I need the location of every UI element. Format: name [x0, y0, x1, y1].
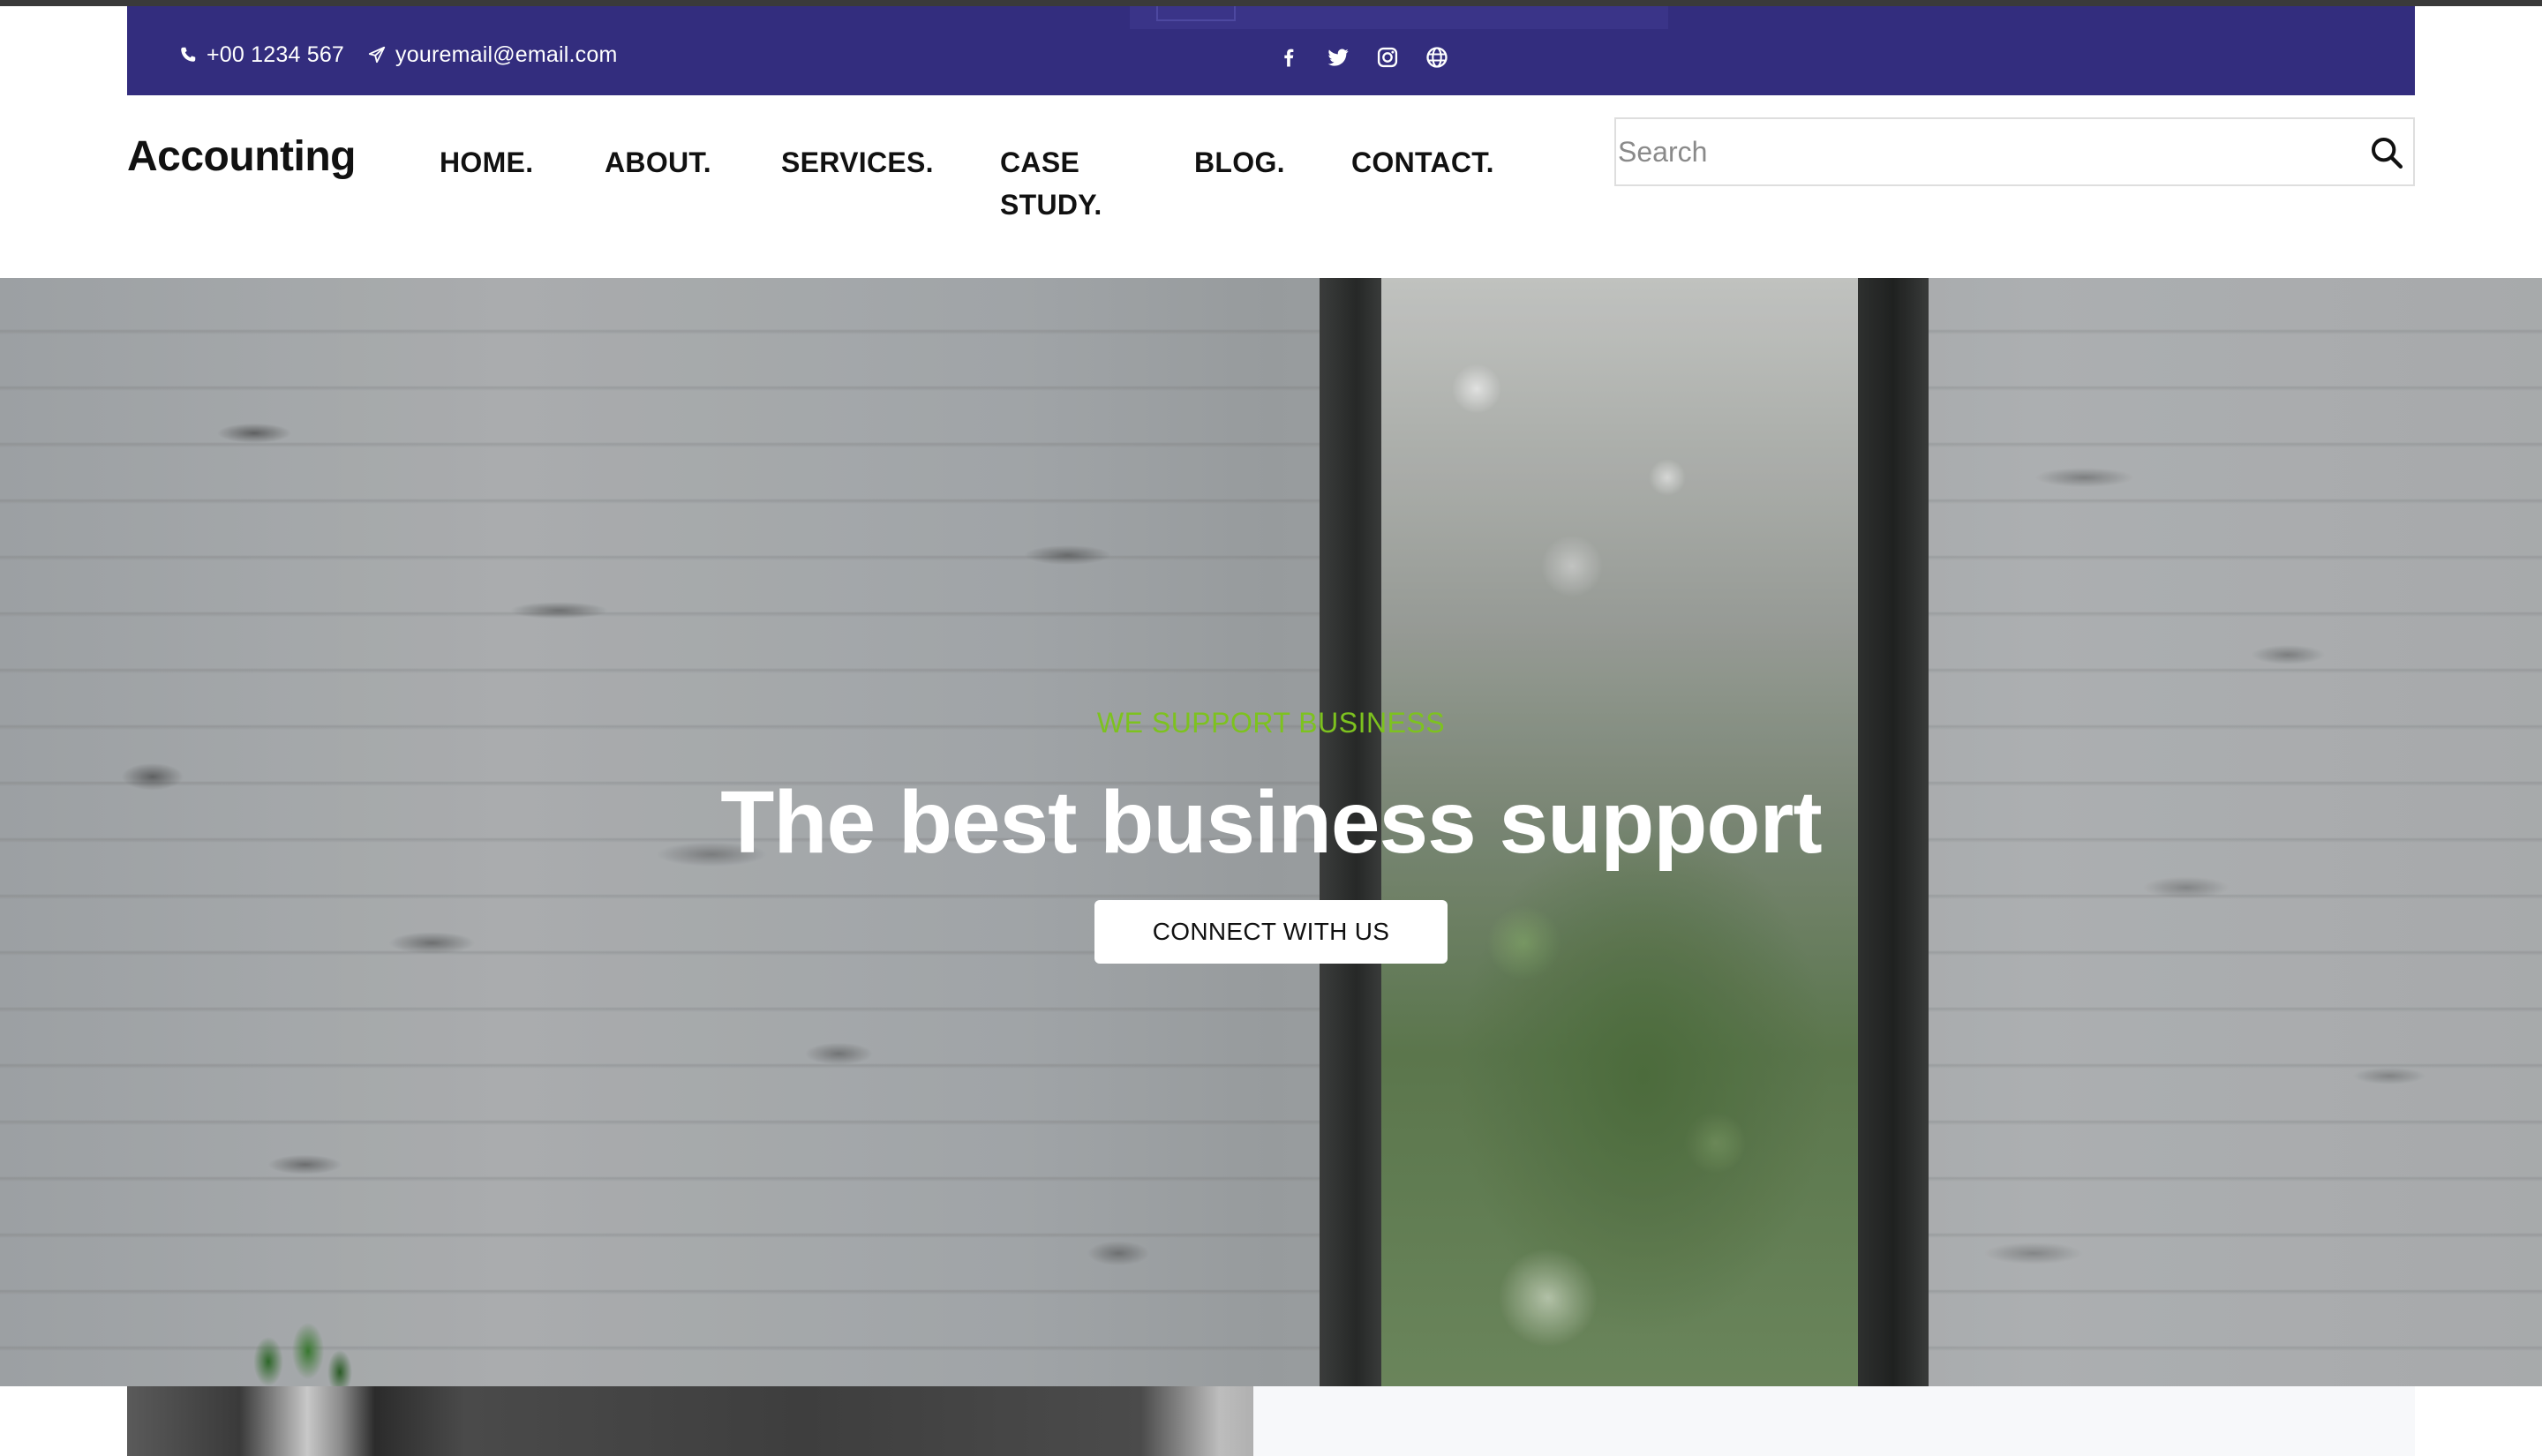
phone-icon	[181, 47, 196, 62]
nav-item-services[interactable]: SERVICES.	[781, 141, 934, 184]
send-icon	[368, 46, 386, 64]
search-box	[1614, 117, 2415, 186]
phone-number[interactable]: +00 1234 567	[207, 42, 344, 68]
email-address[interactable]: youremail@email.com	[395, 42, 617, 68]
facebook-icon[interactable]	[1276, 45, 1301, 70]
section-image	[127, 1386, 1253, 1456]
section-panel	[1253, 1386, 2415, 1456]
search-input[interactable]	[1616, 119, 2340, 184]
next-section	[0, 1386, 2542, 1456]
nav-item-about[interactable]: ABOUT.	[605, 141, 711, 184]
search-icon[interactable]	[2369, 135, 2404, 170]
twitter-icon[interactable]	[1326, 45, 1350, 70]
nav-item-contact[interactable]: CONTACT.	[1351, 141, 1494, 184]
connect-button[interactable]: CONNECT WITH US	[1094, 900, 1448, 964]
topbar-tab	[1156, 6, 1236, 21]
top-info-bar: +00 1234 567 youremail@email.com	[127, 6, 2415, 95]
contact-info: +00 1234 567 youremail@email.com	[178, 40, 618, 70]
nav-item-case-study[interactable]: CASE STUDY.	[1000, 141, 1132, 226]
browser-top-edge	[0, 0, 2542, 6]
globe-icon[interactable]	[1425, 45, 1449, 70]
nav-item-blog[interactable]: BLOG.	[1194, 141, 1285, 184]
hero-section: WE SUPPORT BUSINESS The best business su…	[0, 278, 2542, 1386]
instagram-icon[interactable]	[1375, 45, 1400, 70]
nav-item-home[interactable]: HOME.	[440, 141, 533, 184]
social-links	[1276, 45, 1449, 70]
hero-title: The best business support	[720, 773, 1822, 872]
main-navigation: HOME. ABOUT. SERVICES. CASE STUDY. BLOG.…	[0, 141, 1589, 229]
hero-kicker: WE SUPPORT BUSINESS	[1096, 707, 1446, 739]
hero-content: WE SUPPORT BUSINESS The best business su…	[0, 278, 2542, 1386]
